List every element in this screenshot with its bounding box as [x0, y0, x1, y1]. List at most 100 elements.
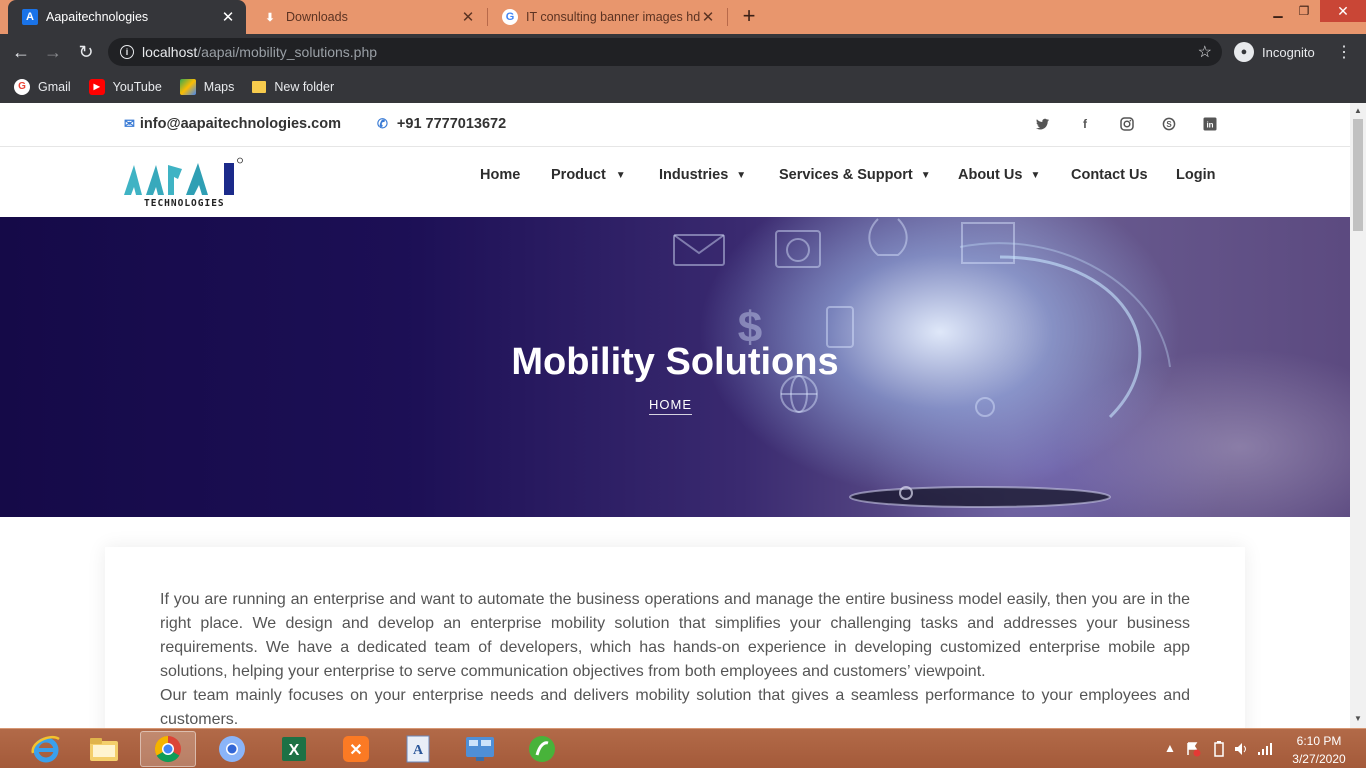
nav-home[interactable]: Home — [480, 166, 520, 184]
email-text: info@aapaitechnologies.com — [139, 116, 341, 132]
page-scrollbar[interactable]: ▲ ▼ — [1350, 103, 1366, 728]
close-icon[interactable]: ✕ — [220, 8, 236, 26]
maps-icon — [179, 78, 196, 95]
site-logo[interactable]: TECHNOLOGIES — [122, 157, 246, 212]
chrome-canary-icon[interactable] — [204, 731, 260, 767]
web-page: ✉ info@aapaitechnologies.com ✆ +91 77770… — [0, 103, 1350, 728]
svg-text:in: in — [1206, 121, 1213, 130]
nav-services-support[interactable]: Services & Support ▼ — [779, 166, 931, 184]
nav-login[interactable]: Login — [1176, 166, 1215, 184]
svg-text:X: X — [289, 742, 300, 759]
chevron-down-icon: ▼ — [920, 169, 931, 181]
star-icon[interactable]: ☆ — [1198, 42, 1212, 62]
phone-link[interactable]: ✆ +91 7777013672 — [377, 116, 506, 132]
nav-product[interactable]: Product ▼ — [551, 166, 626, 184]
file-explorer-icon[interactable] — [76, 731, 132, 767]
nav-industries[interactable]: Industries ▼ — [659, 166, 746, 184]
bookmark-maps[interactable]: Maps — [179, 78, 235, 95]
page-title: Mobility Solutions — [511, 341, 839, 383]
folder-icon — [252, 80, 267, 93]
minimize-icon[interactable]: ▁ — [1266, 0, 1290, 22]
chevron-down-icon: ▼ — [1030, 169, 1041, 181]
word-icon[interactable]: A — [390, 731, 446, 767]
nav-label: Product — [551, 167, 606, 183]
bookmark-youtube[interactable]: ▶ YouTube — [88, 78, 162, 95]
facebook-icon[interactable]: f — [1077, 116, 1093, 132]
show-hidden-icons[interactable]: ▲ — [1164, 741, 1176, 755]
breadcrumb-home[interactable]: HOME — [649, 397, 692, 415]
tab-title: Downloads — [286, 10, 348, 24]
download-icon: ⬇ — [265, 11, 275, 24]
control-panel-icon[interactable] — [452, 731, 508, 767]
window-close-button[interactable]: ✕ — [1320, 0, 1366, 22]
bookmark-new-folder[interactable]: New folder — [252, 80, 334, 94]
scroll-down-icon[interactable]: ▼ — [1353, 714, 1363, 724]
tab-it-consulting[interactable]: G IT consulting banner images hd - ✕ — [488, 0, 726, 34]
twitter-icon[interactable] — [1035, 116, 1051, 132]
email-link[interactable]: ✉ info@aapaitechnologies.com — [124, 116, 341, 132]
bookmark-gmail[interactable]: G Gmail — [14, 78, 71, 95]
battery-icon[interactable] — [1213, 741, 1225, 760]
hero-banner: $ Mobility Solutions HOME — [0, 217, 1350, 517]
nav-label: Services & Support — [779, 167, 913, 183]
back-icon[interactable]: ← — [10, 41, 32, 63]
restore-icon[interactable]: ❐ — [1292, 0, 1316, 22]
system-clock[interactable]: 6:10 PM 3/27/2020 — [1283, 734, 1355, 767]
browser-tab-strip: A Aapaitechnologies ✕ ⬇ Downloads ✕ G IT… — [0, 0, 1366, 34]
nav-label: Contact Us — [1071, 167, 1148, 183]
google-icon: G — [14, 78, 30, 95]
tab-title: Aapaitechnologies — [46, 10, 149, 24]
bookmark-label: YouTube — [112, 79, 162, 94]
close-icon[interactable]: ✕ — [700, 8, 716, 26]
main-navbar: TECHNOLOGIES Home Product ▼ Industries ▼ S… — [0, 147, 1350, 217]
nav-about-us[interactable]: About Us ▼ — [958, 166, 1040, 184]
incognito-label: Incognito — [1262, 44, 1315, 60]
instagram-icon[interactable] — [1119, 116, 1135, 132]
scroll-up-icon[interactable]: ▲ — [1353, 106, 1363, 116]
tab-aapaitechnologies[interactable]: A Aapaitechnologies ✕ — [8, 0, 246, 34]
volume-icon[interactable] — [1233, 741, 1249, 760]
intro-paragraph: If you are running an enterprise and wan… — [160, 591, 1190, 680]
nav-label: Home — [480, 167, 521, 183]
toolbar: ← → ↻ i localhost/aapai/mobility_solutio… — [0, 34, 1366, 70]
google-icon: G — [502, 9, 518, 25]
nav-label: Industries — [659, 167, 729, 183]
nav-label: Login — [1176, 167, 1216, 183]
clock-time: 6:10 PM — [1296, 734, 1342, 748]
incognito-icon: ● — [1234, 42, 1254, 62]
tab-downloads[interactable]: ⬇ Downloads ✕ — [248, 0, 486, 34]
contact-bar: ✉ info@aapaitechnologies.com ✆ +91 77770… — [0, 103, 1350, 147]
chrome-icon[interactable] — [140, 731, 196, 767]
url-host: localhost — [142, 44, 198, 60]
forward-icon[interactable]: → — [42, 41, 64, 63]
scrollbar-thumb[interactable] — [1353, 119, 1363, 231]
network-icon[interactable] — [1257, 741, 1273, 760]
tab-separator — [727, 8, 728, 26]
phone-icon: ✆ — [377, 116, 388, 131]
bookmark-label: Maps — [203, 79, 235, 94]
menu-kebab-icon[interactable]: ⋮ — [1336, 42, 1352, 62]
address-bar[interactable]: i localhost/aapai/mobility_solutions.php… — [108, 38, 1222, 66]
tab-title: IT consulting banner images hd - — [526, 10, 700, 24]
skype-icon[interactable]: S — [1161, 116, 1177, 132]
a-favicon: A — [22, 9, 38, 25]
svg-text:✕: ✕ — [349, 742, 362, 759]
xampp-icon[interactable]: ✕ — [328, 731, 384, 767]
incognito-indicator[interactable]: ● Incognito — [1234, 40, 1315, 64]
internet-explorer-icon[interactable] — [18, 731, 74, 767]
close-icon[interactable]: ✕ — [460, 8, 476, 26]
url-path: /aapai/mobility_solutions.php — [197, 44, 378, 60]
new-tab-button[interactable]: + — [738, 5, 760, 27]
chevron-down-icon: ▼ — [615, 169, 626, 181]
dreamweaver-icon[interactable] — [514, 731, 570, 767]
reload-icon[interactable]: ↻ — [75, 41, 97, 63]
nav-contact-us[interactable]: Contact Us — [1071, 166, 1148, 184]
linkedin-icon[interactable]: in — [1202, 116, 1218, 132]
excel-icon[interactable]: X — [266, 731, 322, 767]
focus-paragraph: Our team mainly focuses on your enterpri… — [160, 687, 1190, 728]
action-center-icon[interactable] — [1185, 741, 1201, 760]
svg-text:S: S — [1166, 120, 1172, 129]
envelope-icon: ✉ — [124, 116, 135, 131]
info-icon[interactable]: i — [120, 45, 134, 59]
logo-sub-text: TECHNOLOGIES — [144, 198, 225, 209]
